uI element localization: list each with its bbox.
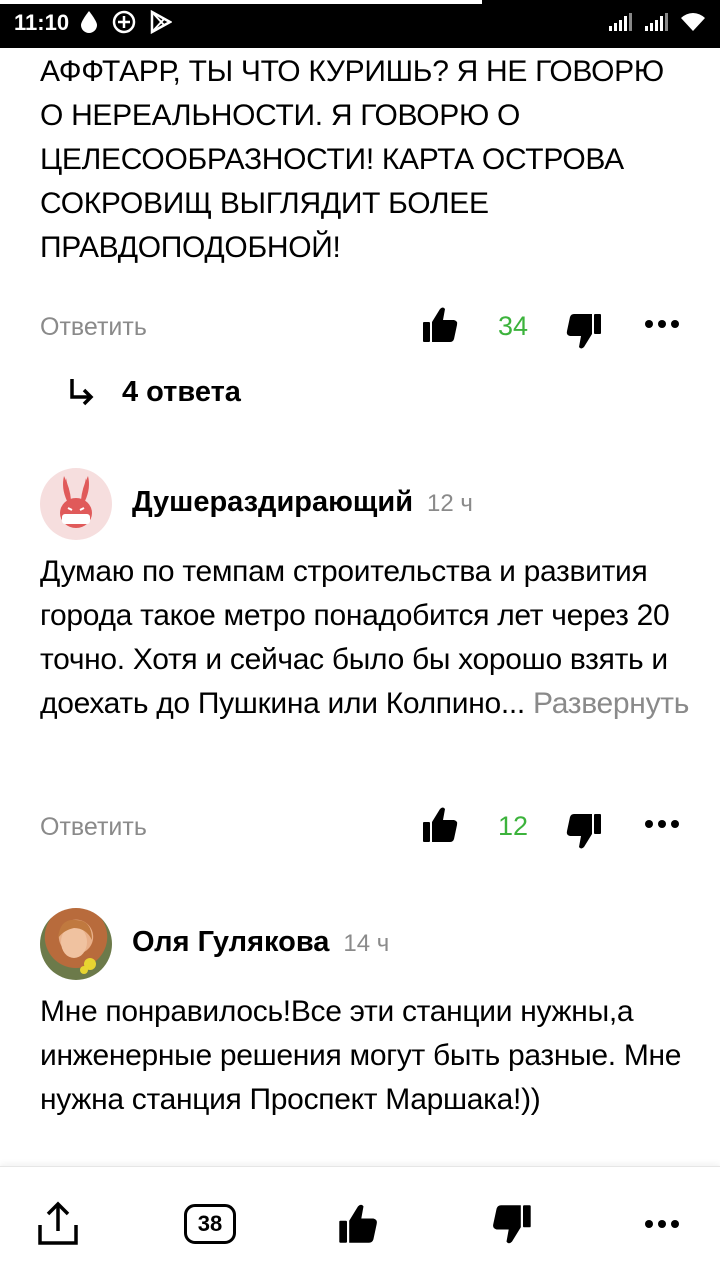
comments-button[interactable]: 38 bbox=[172, 1167, 248, 1281]
like-button[interactable] bbox=[320, 1167, 396, 1281]
thumbs-up-icon bbox=[339, 1204, 377, 1243]
replies-toggle[interactable]: 4 ответа bbox=[68, 372, 241, 412]
plus-circle-icon bbox=[112, 10, 136, 34]
replies-count-label: 4 ответа bbox=[122, 375, 241, 408]
more-icon bbox=[645, 1220, 679, 1228]
comment-time: 14 ч bbox=[343, 930, 390, 957]
share-button[interactable] bbox=[20, 1167, 96, 1281]
reply-button[interactable]: Ответить bbox=[40, 313, 147, 342]
comment-text: Мне понравилось!Все эти станции нужны,а … bbox=[40, 995, 682, 1116]
avatar[interactable] bbox=[40, 468, 112, 540]
comment-text: АФФТАРР, ТЫ ЧТО КУРИШЬ? Я НЕ ГОВОРЮ О НЕ… bbox=[40, 55, 664, 264]
author-name[interactable]: Душераздирающий bbox=[132, 486, 413, 518]
thumbs-down-icon[interactable] bbox=[566, 311, 602, 351]
reply-button[interactable]: Ответить bbox=[40, 813, 147, 842]
expand-link[interactable]: Развернуть bbox=[533, 687, 689, 720]
like-count: 12 bbox=[498, 811, 529, 841]
comment-time: 12 ч bbox=[427, 490, 473, 517]
bottom-toolbar: 38 bbox=[0, 1166, 720, 1281]
avatar[interactable] bbox=[40, 908, 112, 980]
more-icon[interactable] bbox=[644, 817, 680, 831]
thumbs-down-icon bbox=[493, 1205, 531, 1244]
share-icon bbox=[38, 1201, 78, 1245]
comment-body: Думаю по темпам строительства и развития… bbox=[40, 550, 690, 726]
rabbit-avatar-icon bbox=[60, 476, 92, 528]
page-load-progress bbox=[0, 0, 482, 4]
author-name[interactable]: Оля Гулякова bbox=[132, 926, 329, 958]
more-icon[interactable] bbox=[644, 317, 680, 331]
status-time: 11:10 bbox=[14, 10, 70, 35]
comment-actions: Ответить 12 bbox=[40, 803, 690, 851]
like-count: 34 bbox=[498, 311, 529, 341]
thumbs-down-icon[interactable] bbox=[566, 811, 602, 851]
wifi-icon bbox=[681, 13, 705, 31]
thumbs-up-icon[interactable] bbox=[422, 305, 458, 345]
dislike-button[interactable] bbox=[474, 1167, 550, 1281]
status-bar: 11:10 bbox=[0, 0, 720, 48]
photo-avatar-icon bbox=[58, 919, 96, 974]
drop-icon bbox=[81, 11, 97, 33]
signal-icon-2 bbox=[645, 13, 668, 31]
comment-actions: Ответить 34 bbox=[40, 303, 690, 351]
thumbs-up-icon[interactable] bbox=[422, 805, 458, 845]
play-store-icon bbox=[150, 10, 172, 34]
comments-count: 38 bbox=[184, 1204, 236, 1244]
more-button[interactable] bbox=[624, 1167, 700, 1281]
reply-arrow-icon bbox=[70, 379, 94, 406]
signal-icon bbox=[609, 13, 632, 31]
